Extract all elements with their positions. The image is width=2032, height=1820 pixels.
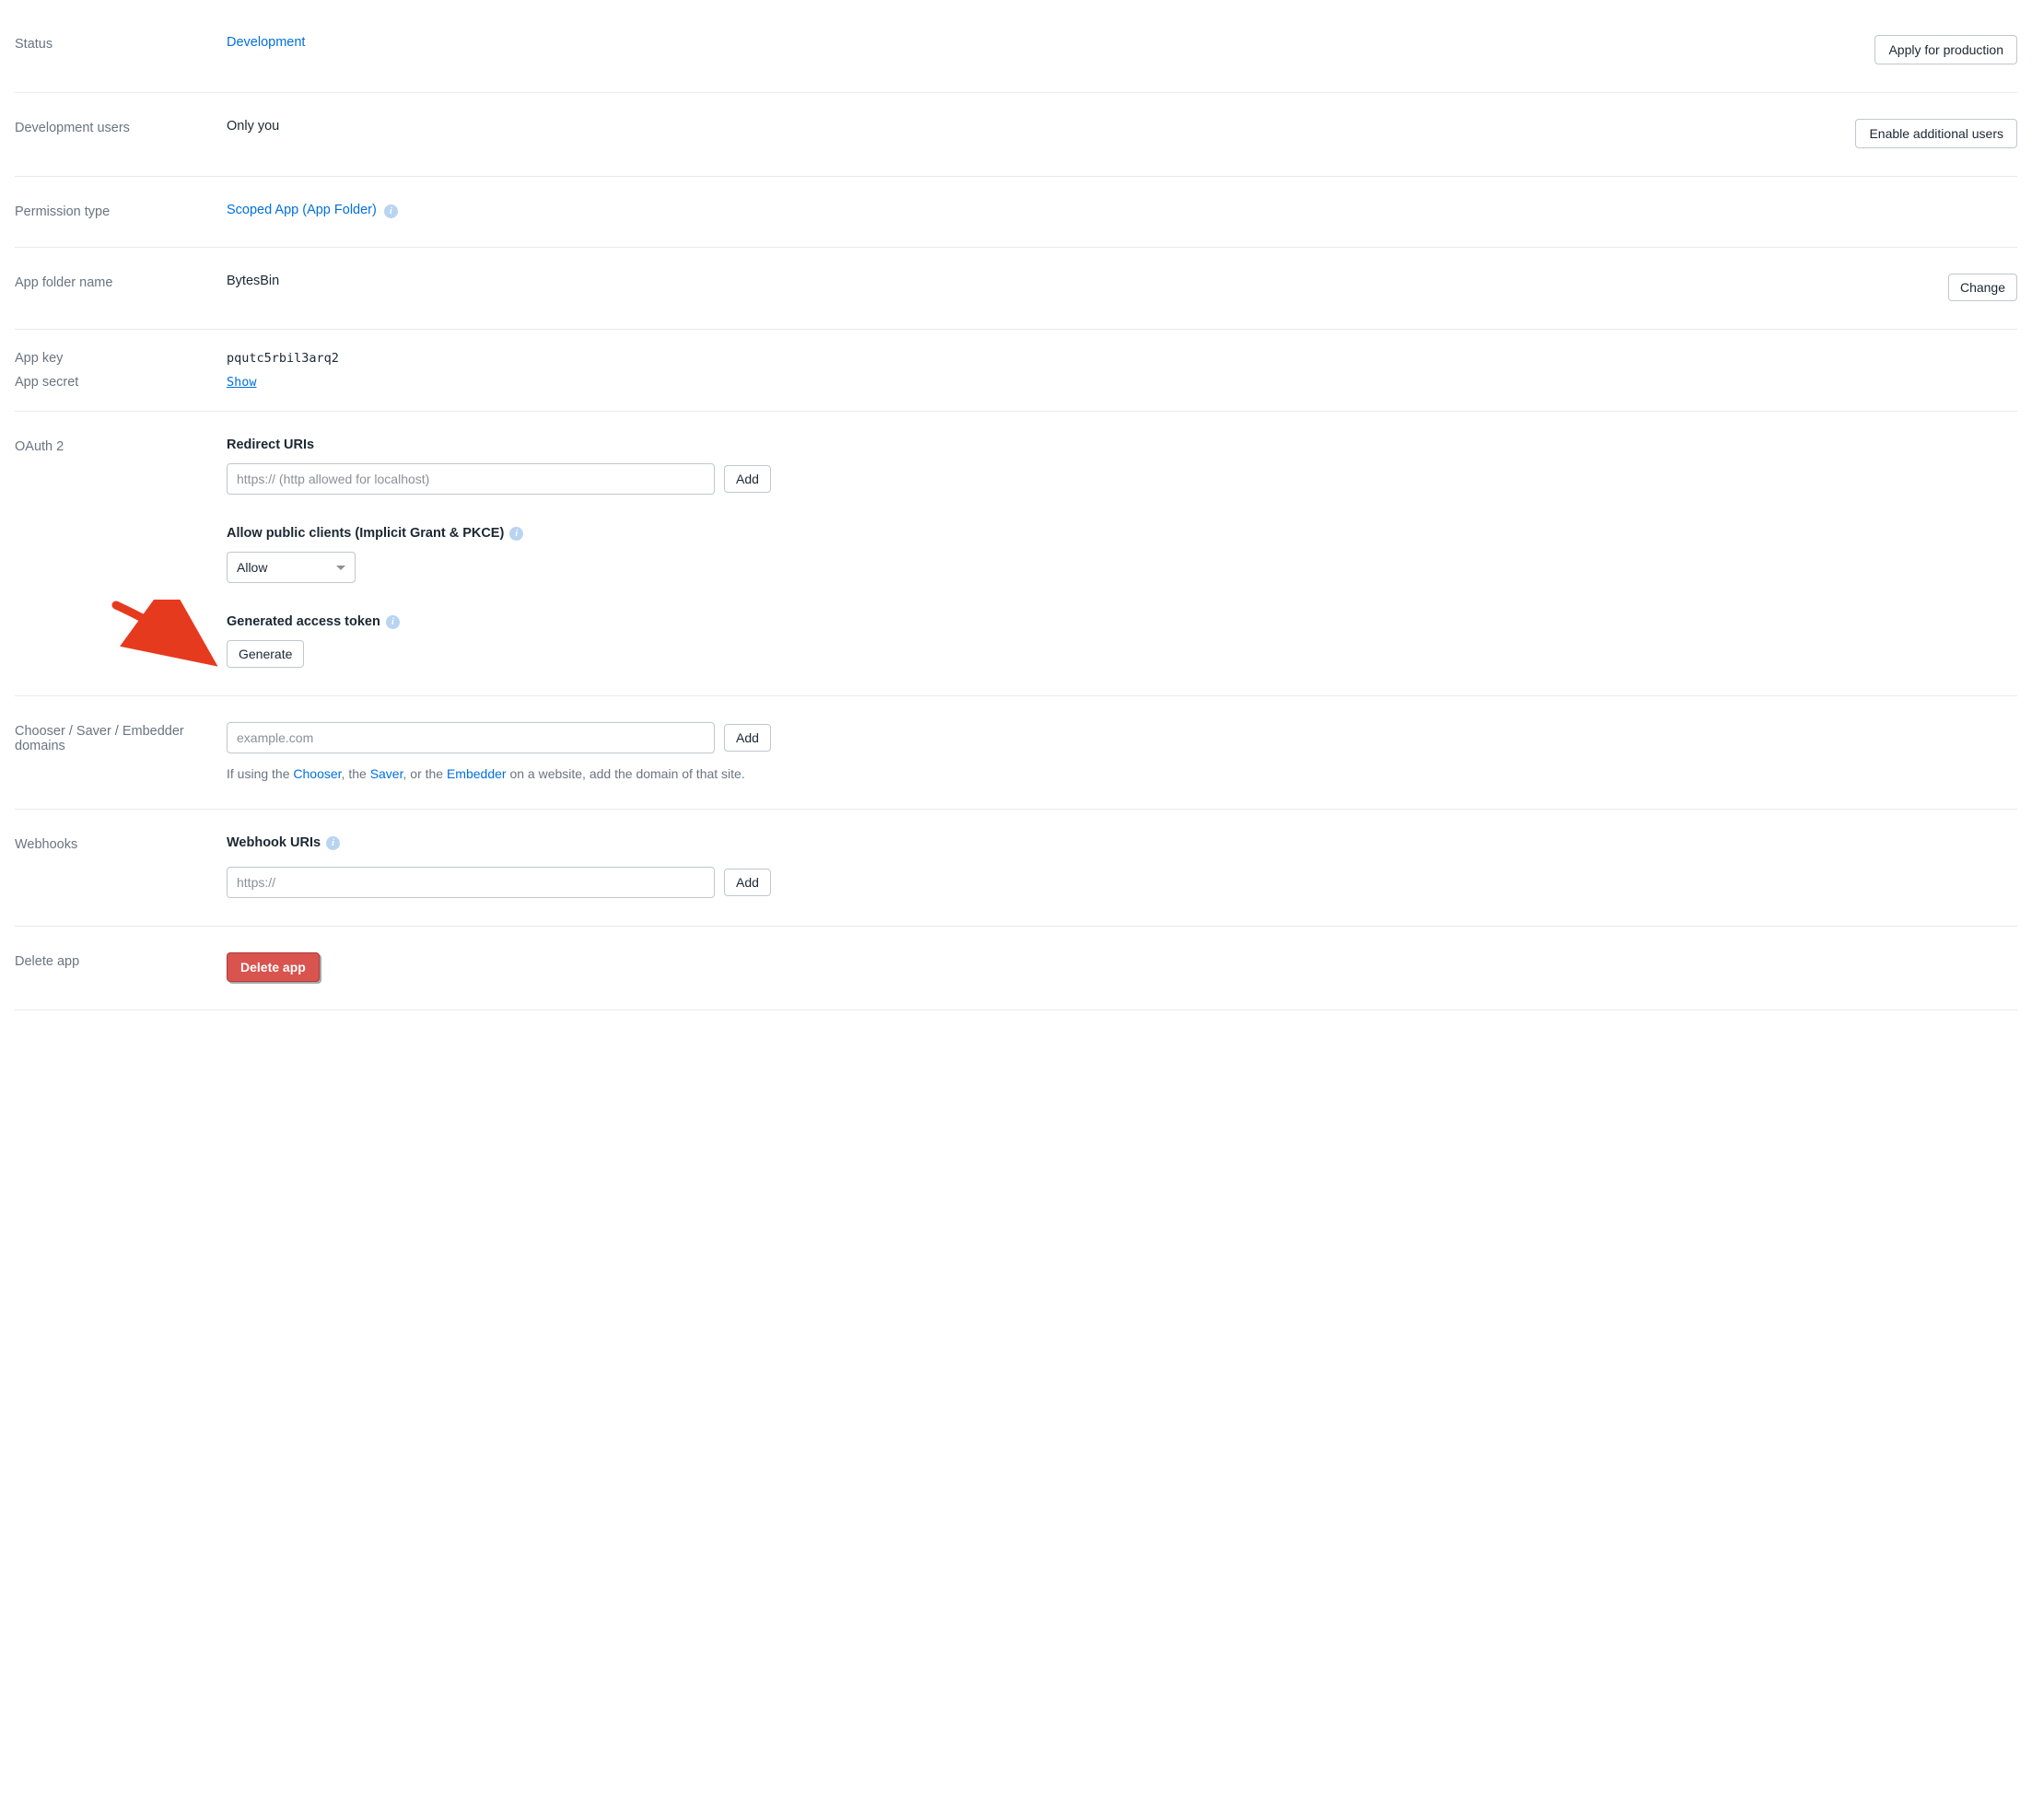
apply-production-button[interactable]: Apply for production [1874, 35, 2017, 64]
pkce-heading: Allow public clients (Implicit Grant & P… [227, 526, 2017, 541]
redirect-uri-input[interactable] [227, 463, 715, 495]
status-value-link[interactable]: Development [227, 35, 1874, 50]
webhook-add-button[interactable]: Add [724, 869, 771, 896]
status-row: Status Development Apply for production [15, 9, 2017, 93]
webhook-uri-input[interactable] [227, 867, 715, 898]
webhooks-label: Webhooks [15, 835, 227, 852]
delete-label: Delete app [15, 952, 227, 969]
redirect-uris-heading: Redirect URIs [227, 438, 2017, 452]
oauth-row: OAuth 2 Redirect URIs Add Allow public c… [15, 412, 2017, 696]
appsecret-show-link[interactable]: Show [227, 375, 257, 390]
generated-token-heading: Generated access token i [227, 614, 2017, 629]
chevron-down-icon [336, 566, 345, 570]
info-icon[interactable]: i [509, 527, 523, 541]
embedder-link[interactable]: Embedder [447, 766, 507, 781]
appkey-label: App key [15, 351, 227, 366]
saver-link[interactable]: Saver [370, 766, 403, 781]
status-label: Status [15, 35, 227, 52]
change-folder-button[interactable]: Change [1948, 274, 2017, 301]
pkce-select[interactable]: Allow [227, 552, 356, 583]
generate-token-button[interactable]: Generate [227, 640, 304, 668]
pkce-block: Allow public clients (Implicit Grant & P… [227, 526, 2017, 583]
info-icon[interactable]: i [386, 615, 400, 629]
permission-value-link[interactable]: Scoped App (App Folder) [227, 203, 377, 217]
folder-value: BytesBin [227, 274, 1948, 288]
appsecret-label: App secret [15, 375, 227, 390]
info-icon[interactable]: i [384, 204, 398, 218]
dev-users-label: Development users [15, 119, 227, 135]
chooser-row: Chooser / Saver / Embedder domains Add I… [15, 696, 2017, 810]
pkce-select-value: Allow [237, 560, 267, 575]
permission-row: Permission type Scoped App (App Folder) … [15, 177, 2017, 248]
chooser-domain-input[interactable] [227, 722, 715, 753]
webhooks-heading: Webhook URIs i [227, 835, 2017, 850]
webhooks-row: Webhooks Webhook URIs i Add [15, 810, 2017, 927]
enable-additional-users-button[interactable]: Enable additional users [1855, 119, 2017, 148]
folder-row: App folder name BytesBin Change [15, 248, 2017, 330]
pointer-arrow-icon [109, 600, 219, 673]
chooser-label: Chooser / Saver / Embedder domains [15, 722, 227, 753]
redirect-uri-add-button[interactable]: Add [724, 465, 771, 493]
oauth-label: OAuth 2 [15, 438, 227, 454]
delete-app-button[interactable]: Delete app [227, 952, 320, 982]
delete-row: Delete app Delete app [15, 927, 2017, 1010]
dev-users-value: Only you [227, 119, 1855, 134]
chooser-link[interactable]: Chooser [293, 766, 341, 781]
info-icon[interactable]: i [326, 836, 340, 850]
permission-label: Permission type [15, 203, 227, 219]
appkey-value: pqutc5rbil3arq2 [227, 351, 339, 366]
chooser-add-button[interactable]: Add [724, 724, 771, 752]
chooser-helper-text: If using the Chooser, the Saver, or the … [227, 766, 2017, 781]
redirect-uris-block: Redirect URIs Add [227, 438, 2017, 495]
folder-label: App folder name [15, 274, 227, 290]
keys-row: App key pqutc5rbil3arq2 App secret Show [15, 330, 2017, 412]
generated-token-block: Generated access token i Generate [227, 614, 2017, 668]
dev-users-row: Development users Only you Enable additi… [15, 93, 2017, 177]
